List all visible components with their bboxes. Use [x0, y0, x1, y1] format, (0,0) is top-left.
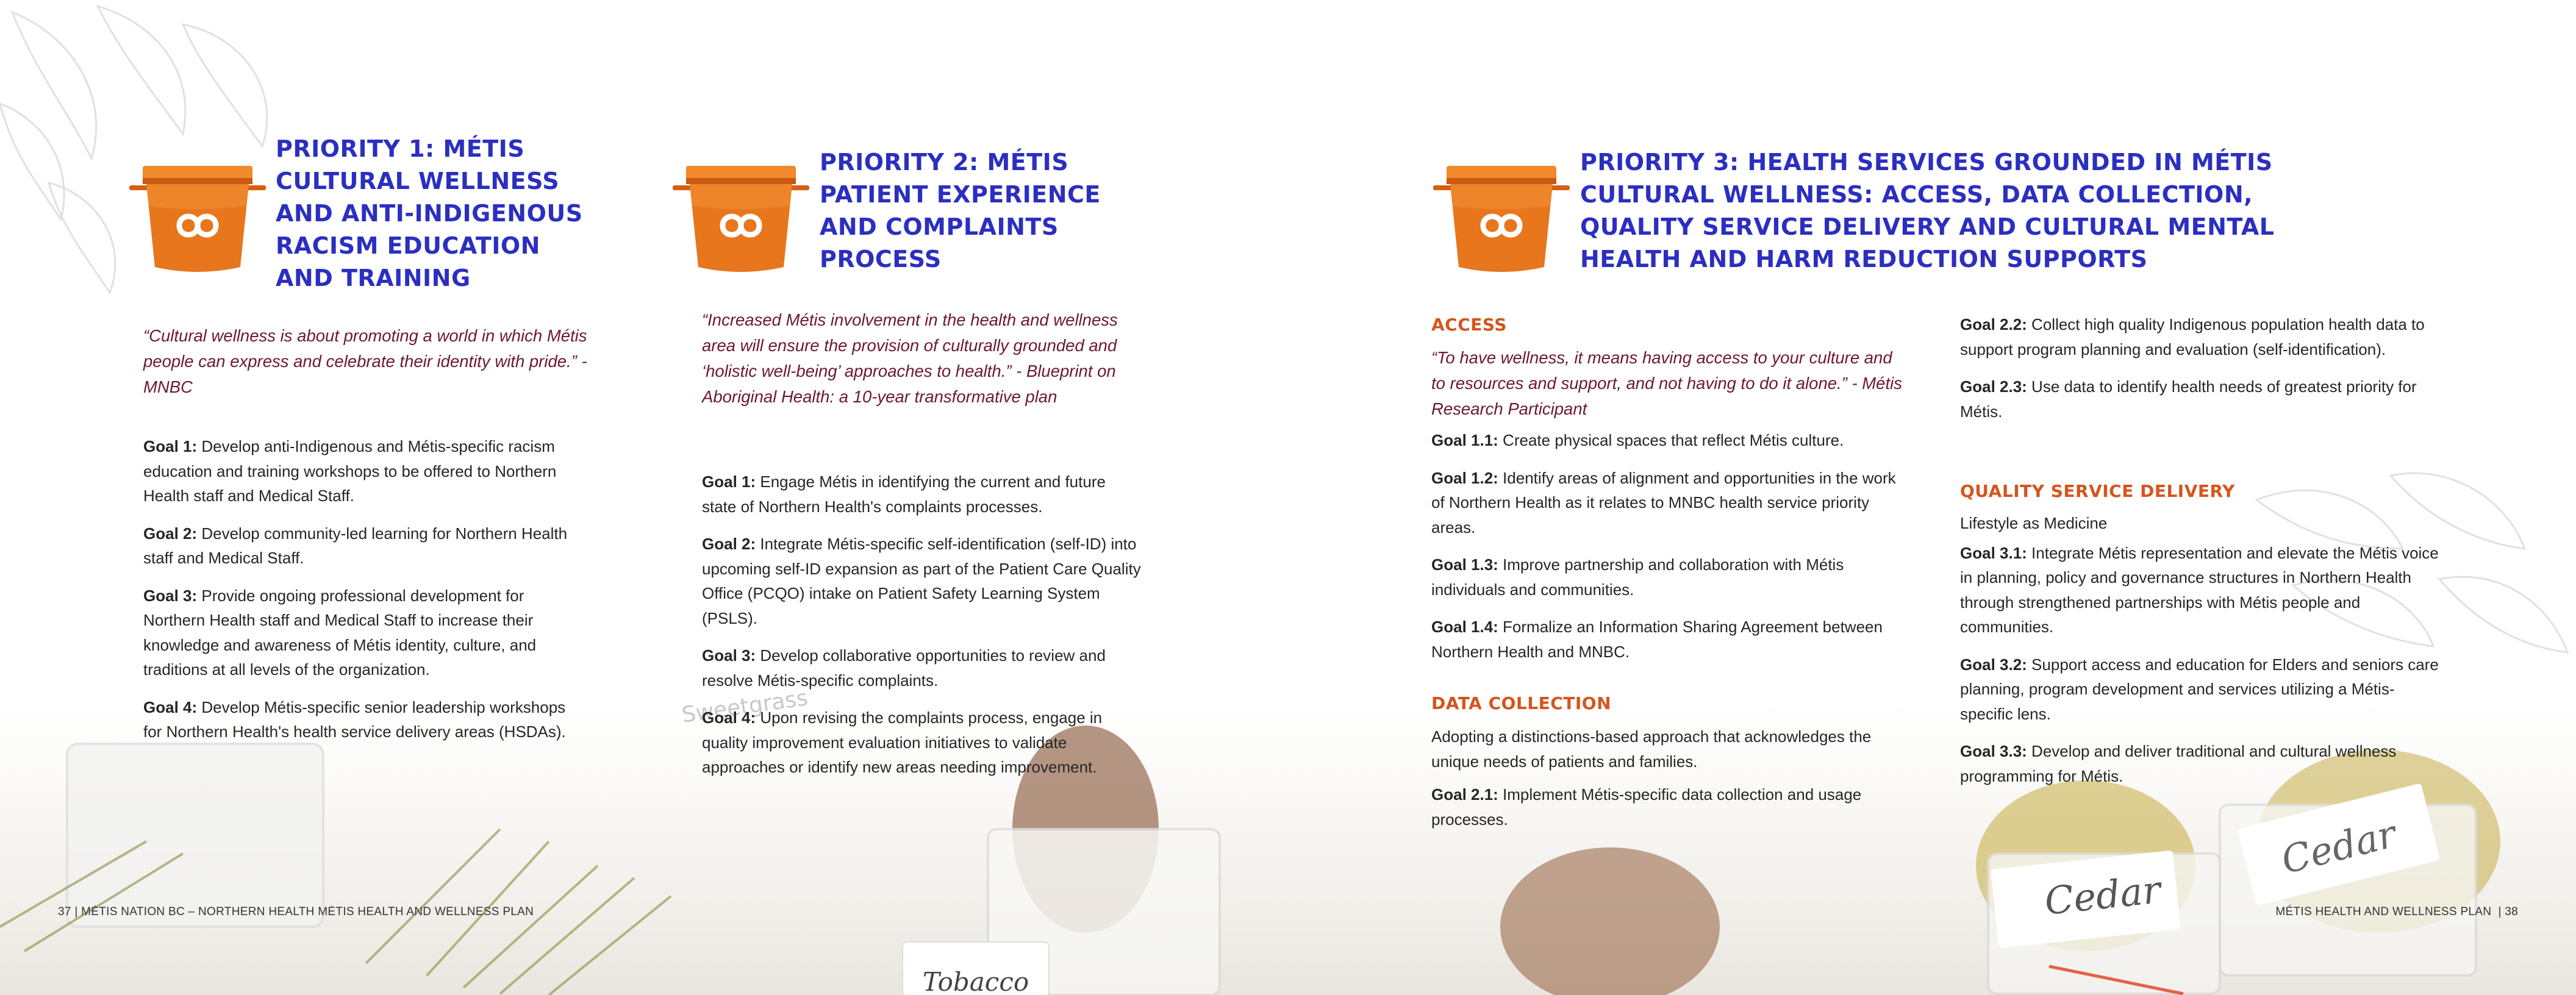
goal-item: Goal 3.3: Develop and deliver traditiona…: [1960, 742, 2397, 785]
priority-2-title: PRIORITY 2: MÉTIS PATIENT EXPERIENCE AND…: [820, 149, 1101, 273]
data-collection-col1: Adopting a distinctions-based approach t…: [1431, 724, 1910, 844]
goal-item: Goal 4: Develop Métis-specific senior le…: [143, 697, 566, 741]
goal-item: Goal 3: Provide ongoing professional dev…: [143, 586, 537, 679]
goal-item: Goal 3.2: Support access and education f…: [1960, 655, 2439, 723]
quality-service-heading: QUALITY SERVICE DELIVERY: [1960, 481, 2235, 501]
basket-infinity-icon: [673, 166, 809, 272]
priority-1-goals: Goal 1: Develop anti-Indigenous and Méti…: [143, 434, 579, 757]
right-footer: MÉTIS HEALTH AND WELLNESS PLAN | 38: [2275, 905, 2518, 918]
goal-item: Goal 3.1: Integrate Métis representation…: [1960, 543, 2439, 637]
quality-service-intro: Lifestyle as Medicine: [1960, 514, 2108, 532]
priority-2-goals: Goal 1: Engage Métis in identifying the …: [702, 469, 1144, 793]
goal-item: Goal 2.1: Implement Métis-specific data …: [1431, 785, 1862, 829]
access-heading: ACCESS: [1431, 315, 1507, 335]
access-quote: “To have wellness, it means having acces…: [1431, 348, 1902, 418]
basket-infinity-icon: [1433, 166, 1570, 272]
access-goals: Goal 1.1: Create physical spaces that re…: [1431, 428, 1907, 677]
priority-3-title: PRIORITY 3: HEALTH SERVICES GROUNDED IN …: [1580, 149, 2275, 273]
goal-item: Goal 1.3: Improve partnership and collab…: [1431, 555, 1844, 599]
quality-service-goals: Lifestyle as Medicine Goal 3.1: Integrat…: [1960, 511, 2445, 801]
tobacco-label: Tobacco: [923, 967, 1029, 995]
data-collection-heading: DATA COLLECTION: [1431, 693, 1612, 713]
goal-item: Goal 1.4: Formalize an Information Shari…: [1431, 618, 1883, 661]
goal-item: Goal 1: Develop anti-Indigenous and Méti…: [143, 437, 557, 505]
goal-item: Goal 2: Develop community-led learning f…: [143, 524, 568, 568]
basket-infinity-icon: [129, 166, 266, 272]
goal-item: Goal 1.1: Create physical spaces that re…: [1431, 431, 1844, 449]
priority-1-title: PRIORITY 1: MÉTIS CULTURAL WELLNESS AND …: [276, 135, 583, 291]
data-collection-intro: Adopting a distinctions-based approach t…: [1431, 727, 1872, 771]
goal-item: Goal 4: Upon revising the complaints pro…: [702, 708, 1103, 776]
goal-item: Goal 3: Develop collaborative opportunit…: [702, 646, 1106, 690]
priority-1-quote: “Cultural wellness is about promoting a …: [143, 326, 587, 396]
priority-2-quote: “Increased Métis involvement in the heal…: [702, 310, 1118, 406]
data-collection-col2: Goal 2.2: Collect high quality Indigenou…: [1960, 312, 2436, 437]
left-footer: 37 | MÉTIS NATION BC – NORTHERN HEALTH M…: [58, 905, 534, 918]
goal-item: Goal 2.2: Collect high quality Indigenou…: [1960, 315, 2425, 358]
goal-item: Goal 2: Integrate Métis-specific self-id…: [702, 535, 1141, 627]
goal-item: Goal 1.2: Identify areas of alignment an…: [1431, 468, 1896, 537]
goal-item: Goal 2.3: Use data to identify health ne…: [1960, 377, 2417, 421]
goal-item: Goal 1: Engage Métis in identifying the …: [702, 473, 1106, 516]
